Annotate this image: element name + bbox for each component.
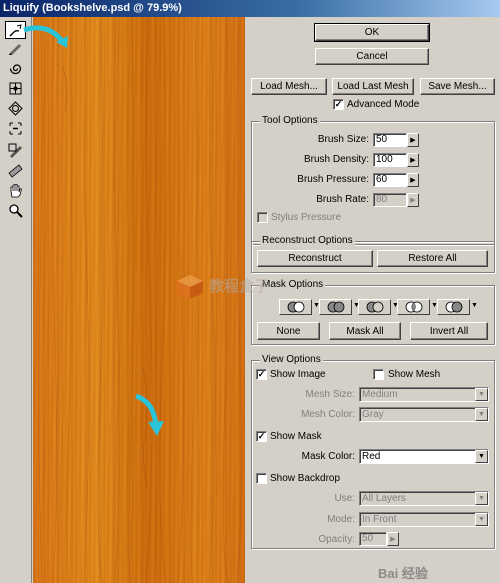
mesh-size-value: Medium [362,389,398,400]
bloat-tool-icon[interactable] [5,99,26,117]
brush-pressure-field[interactable]: 60 [373,173,407,187]
watermark-logo: 教程盒子 [175,273,269,301]
reconstruct-options-title: Reconstruct Options [260,235,355,246]
show-image-label: Show Image [270,369,326,380]
show-mesh-label: Show Mesh [388,369,441,380]
mask-color-label: Mask Color: [301,451,355,462]
tools-panel [0,17,32,583]
mask-color-value: Red [362,451,381,462]
show-mask-checkbox[interactable]: ✓ [256,431,267,442]
brush-rate-label: Brush Rate: [316,194,369,205]
brush-density-label: Brush Density: [303,154,369,165]
window-title: Liquify (Bookshelve.psd @ 79.9%) [0,0,500,17]
show-mask-label: Show Mask [270,431,322,442]
mesh-color-label: Mesh Color: [301,409,355,420]
cancel-button[interactable]: Cancel [315,48,429,65]
brush-size-field[interactable]: 50 [373,133,407,147]
save-mesh-button[interactable]: Save Mesh... [420,78,495,95]
mode-value: In Front [362,514,397,525]
brush-density-stepper[interactable]: ▶ [407,153,419,167]
mode-select: In Front ▼ [359,512,489,527]
annotation-arrow-icon [23,25,68,48]
mask-none-button[interactable]: None [257,322,320,340]
stylus-pressure-checkbox [257,212,268,223]
opacity-field: 50 [359,532,387,546]
opacity-stepper: ▶ [387,532,399,546]
show-backdrop-label: Show Backdrop [270,473,341,484]
subtract-from-selection-icon[interactable] [358,299,391,315]
brush-pressure-label: Brush Pressure: [297,174,369,185]
thaw-mask-tool-icon[interactable] [5,161,26,179]
replace-selection-icon[interactable] [279,299,312,315]
advanced-mode-label: Advanced Mode [347,99,420,110]
chevron-down-icon[interactable]: ▼ [475,450,488,463]
use-label: Use: [334,493,355,504]
mask-options-title: Mask Options [260,279,326,290]
invert-selection-icon[interactable] [437,299,470,315]
zoom-tool-icon[interactable] [5,201,26,219]
hand-tool-icon[interactable] [5,181,26,199]
mesh-color-value: Gray [362,409,384,420]
twirl-tool-icon[interactable] [5,59,26,77]
show-backdrop-checkbox[interactable] [256,473,267,484]
chevron-down-icon: ▼ [475,408,488,421]
options-panel: OK Cancel Load Mesh... Load Last Mesh Sa… [245,17,500,583]
mode-label: Mode: [327,514,355,525]
chevron-down-icon: ▼ [475,492,488,505]
watermark-logo-text: 教程盒子 [209,277,270,295]
annotation-arrow-icon [135,393,164,436]
push-left-tool-icon[interactable] [5,119,26,137]
brush-pressure-stepper[interactable]: ▶ [407,173,419,187]
brush-size-label: Brush Size: [317,134,369,145]
mask-all-button[interactable]: Mask All [329,322,401,340]
load-last-mesh-button[interactable]: Load Last Mesh [332,78,414,95]
brush-rate-stepper: ▶ [407,193,419,207]
brush-size-stepper[interactable]: ▶ [407,133,419,147]
invert-all-button[interactable]: Invert All [410,322,488,340]
brush-density-field[interactable]: 100 [373,153,407,167]
chevron-down-icon[interactable]: ▼ [471,302,478,309]
use-value: All Layers [362,493,406,504]
brush-rate-field: 80 [373,193,407,207]
mask-color-select[interactable]: Red ▼ [359,449,489,464]
view-options-title: View Options [260,354,323,365]
mesh-size-label: Mesh Size: [305,389,355,400]
chevron-down-icon: ▼ [475,513,488,526]
show-mesh-checkbox[interactable] [373,369,384,380]
ok-button[interactable]: OK [314,23,430,42]
chevron-down-icon: ▼ [475,388,488,401]
restore-all-button[interactable]: Restore All [377,250,488,267]
load-mesh-button[interactable]: Load Mesh... [251,78,327,95]
add-to-selection-icon[interactable] [319,299,352,315]
use-select: All Layers ▼ [359,491,489,506]
tool-options-title: Tool Options [260,115,320,126]
box-logo-icon [177,275,203,299]
show-image-checkbox[interactable]: ✓ [256,369,267,380]
pucker-tool-icon[interactable] [5,79,26,97]
reconstruct-button[interactable]: Reconstruct [257,250,373,267]
freeze-mask-tool-icon[interactable] [5,141,26,159]
intersect-with-selection-icon[interactable] [397,299,430,315]
opacity-label: Opacity: [318,534,355,545]
mesh-color-select: Gray ▼ [359,407,489,422]
watermark-corner: Bai 经验 [378,566,428,581]
mesh-size-select: Medium ▼ [359,387,489,402]
advanced-mode-checkbox[interactable]: ✓ [333,99,344,110]
stylus-pressure-label: Stylus Pressure [271,212,342,223]
